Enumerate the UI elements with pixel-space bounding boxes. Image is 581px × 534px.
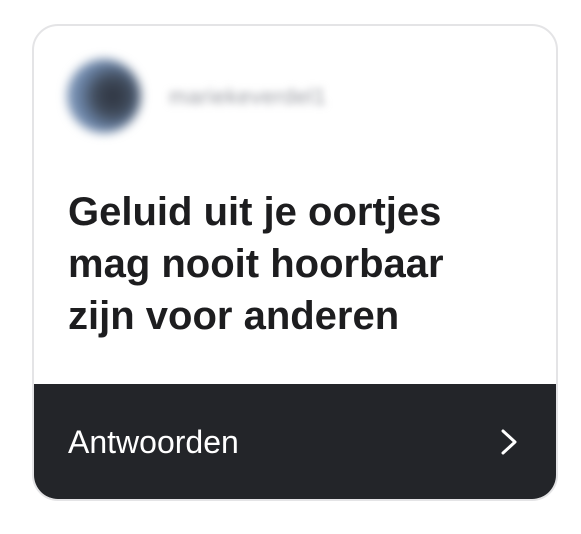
reply-label: Antwoorden — [68, 424, 239, 460]
chevron-right-icon — [501, 429, 517, 455]
question-card: mariekeverdel1 Geluid uit je oortjes mag… — [32, 24, 558, 501]
question-text: Geluid uit je oortjes mag nooit hoorbaar… — [68, 190, 444, 338]
card-header: mariekeverdel1 — [34, 26, 556, 166]
reply-button[interactable]: Antwoorden — [34, 384, 556, 499]
avatar — [67, 59, 141, 133]
username: mariekeverdel1 — [169, 84, 327, 109]
